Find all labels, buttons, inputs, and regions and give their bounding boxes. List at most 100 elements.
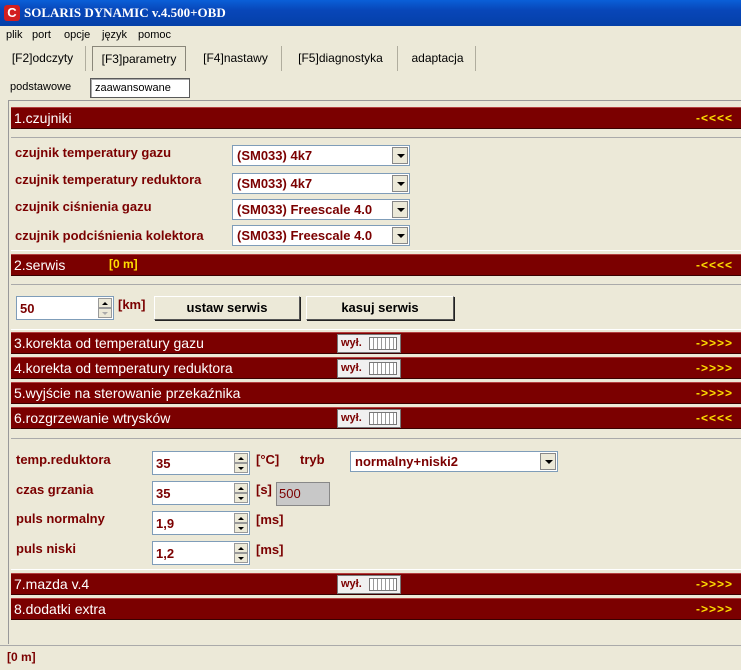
- pulse-normal-input[interactable]: 1,9: [152, 511, 250, 535]
- sensor-select[interactable]: (SM033) Freescale 4.0: [232, 225, 410, 246]
- input-value: 1,2: [156, 546, 175, 561]
- enable-toggle[interactable]: wył.: [337, 575, 401, 594]
- expand-arrow[interactable]: ->>>>: [696, 361, 733, 375]
- sensor-label: czujnik ciśnienia gazu: [15, 199, 152, 214]
- subtab-zaawansowane[interactable]: zaawansowane: [90, 78, 190, 98]
- section-bar-korekta-reduktora[interactable]: 4.korekta od temperatury reduktora wył. …: [11, 357, 741, 379]
- input-value: 35: [156, 456, 171, 471]
- unit-km: [km]: [118, 297, 146, 312]
- section-title: 6.rozgrzewanie wtrysków: [14, 410, 171, 426]
- section-bar-serwis[interactable]: 2.serwis [0 m] -<<<<: [11, 254, 741, 276]
- input-value: 50: [20, 301, 35, 316]
- enable-toggle[interactable]: wył.: [337, 334, 401, 353]
- pulse-normal-label: puls normalny: [16, 511, 105, 526]
- expand-arrow[interactable]: ->>>>: [696, 336, 733, 350]
- spin-up-icon[interactable]: [234, 513, 248, 523]
- unit-ms: [ms]: [256, 542, 284, 557]
- collapse-arrow[interactable]: -<<<<: [696, 411, 733, 425]
- app-logo-icon: C: [4, 5, 20, 21]
- temp-reduktora-input[interactable]: 35: [152, 451, 250, 475]
- temp-reduktora-label: temp.reduktora: [16, 452, 111, 467]
- select-value: (SM033) Freescale 4.0: [237, 202, 373, 217]
- spin-up-icon[interactable]: [234, 483, 248, 493]
- spin-down-icon[interactable]: [234, 553, 248, 563]
- section-bar-czujniki[interactable]: 1.czujniki -<<<<: [11, 107, 741, 129]
- select-value: (SM033) Freescale 4.0: [237, 228, 373, 243]
- dropdown-arrow-icon[interactable]: [540, 453, 556, 470]
- subtab-podstawowe[interactable]: podstawowe: [10, 78, 71, 98]
- section-bar-przekaznik[interactable]: 5.wyjście na sterowanie przekaźnika ->>>…: [11, 382, 741, 404]
- enable-toggle[interactable]: wył.: [337, 409, 401, 428]
- service-km-input[interactable]: 50: [16, 296, 114, 320]
- service-distance: [0 m]: [109, 257, 138, 271]
- section-title: 3.korekta od temperatury gazu: [14, 335, 204, 351]
- toggle-knob: [369, 337, 397, 350]
- clear-service-button[interactable]: kasuj serwis: [306, 296, 454, 320]
- expand-arrow[interactable]: ->>>>: [696, 386, 733, 400]
- collapse-arrow[interactable]: -<<<<: [696, 258, 733, 272]
- tab-odczyty[interactable]: [F2]odczyty: [0, 46, 86, 71]
- main-tabs: [F2]odczyty [F3]parametry [F4]nastawy [F…: [0, 45, 741, 71]
- select-value: normalny+niski2: [355, 454, 458, 469]
- window-title: SOLARIS DYNAMIC v.4.500+OBD: [24, 5, 226, 20]
- section-title: 4.korekta od temperatury reduktora: [14, 360, 233, 376]
- spin-down-icon[interactable]: [98, 308, 112, 318]
- section-bar-korekta-gazu[interactable]: 3.korekta od temperatury gazu wył. ->>>>: [11, 332, 741, 354]
- sensor-select[interactable]: (SM033) 4k7: [232, 145, 410, 166]
- tab-nastawy[interactable]: [F4]nastawy: [190, 46, 282, 71]
- tab-adaptacja[interactable]: adaptacja: [400, 46, 476, 71]
- spin-down-icon[interactable]: [234, 463, 248, 473]
- menu-pomoc[interactable]: pomoc: [138, 29, 171, 41]
- title-bar: C SOLARIS DYNAMIC v.4.500+OBD: [0, 0, 741, 26]
- collapse-arrow[interactable]: -<<<<: [696, 111, 733, 125]
- section-bar-dodatki[interactable]: 8.dodatki extra ->>>>: [11, 598, 741, 620]
- dropdown-arrow-icon[interactable]: [392, 227, 408, 244]
- section-bar-mazda[interactable]: 7.mazda v.4 wył. ->>>>: [11, 573, 741, 595]
- spin-up-icon[interactable]: [234, 543, 248, 553]
- menu-port[interactable]: port: [32, 29, 51, 41]
- toggle-knob: [369, 578, 397, 591]
- time-readonly-field: 500: [276, 482, 330, 506]
- dropdown-arrow-icon[interactable]: [392, 201, 408, 218]
- dropdown-arrow-icon[interactable]: [392, 147, 408, 164]
- unit-ms: [ms]: [256, 512, 284, 527]
- spin-up-icon[interactable]: [234, 453, 248, 463]
- section-bar-rozgrzewanie[interactable]: 6.rozgrzewanie wtrysków wył. -<<<<: [11, 407, 741, 429]
- mode-label: tryb: [300, 452, 325, 467]
- time-input[interactable]: 35: [152, 481, 250, 505]
- section-title: 5.wyjście na sterowanie przekaźnika: [14, 385, 241, 401]
- expand-arrow[interactable]: ->>>>: [696, 602, 733, 616]
- toggle-label: wył.: [341, 362, 362, 374]
- menu-jezyk[interactable]: język: [102, 29, 127, 41]
- sensor-select[interactable]: (SM033) Freescale 4.0: [232, 199, 410, 220]
- enable-toggle[interactable]: wył.: [337, 359, 401, 378]
- input-value: 35: [156, 486, 171, 501]
- menu-bar: plik port opcje język pomoc: [0, 26, 741, 45]
- tab-diagnostyka[interactable]: [F5]diagnostyka: [284, 46, 398, 71]
- unit-seconds: [s]: [256, 482, 272, 497]
- status-bar: [0 m]: [0, 645, 741, 670]
- spin-down-icon[interactable]: [234, 493, 248, 503]
- menu-opcje[interactable]: opcje: [64, 29, 90, 41]
- toggle-label: wył.: [341, 337, 362, 349]
- toggle-label: wył.: [341, 412, 362, 424]
- status-text: [0 m]: [7, 650, 36, 664]
- sub-tabs: podstawowe zaawansowane: [0, 76, 741, 100]
- time-label: czas grzania: [16, 482, 94, 497]
- pulse-low-input[interactable]: 1,2: [152, 541, 250, 565]
- tab-parametry[interactable]: [F3]parametry: [92, 46, 186, 71]
- mode-select[interactable]: normalny+niski2: [350, 451, 558, 472]
- set-service-button[interactable]: ustaw serwis: [154, 296, 300, 320]
- sensor-label: czujnik podciśnienia kolektora: [15, 228, 204, 243]
- sensor-select[interactable]: (SM033) 4k7: [232, 173, 410, 194]
- unit-celsius: [°C]: [256, 452, 280, 467]
- toggle-knob: [369, 412, 397, 425]
- expand-arrow[interactable]: ->>>>: [696, 577, 733, 591]
- dropdown-arrow-icon[interactable]: [392, 175, 408, 192]
- spin-up-icon[interactable]: [98, 298, 112, 308]
- input-value: 1,9: [156, 516, 175, 531]
- spin-down-icon[interactable]: [234, 523, 248, 533]
- section-title: 2.serwis: [14, 257, 66, 273]
- section-title: 8.dodatki extra: [14, 601, 106, 617]
- menu-plik[interactable]: plik: [6, 29, 23, 41]
